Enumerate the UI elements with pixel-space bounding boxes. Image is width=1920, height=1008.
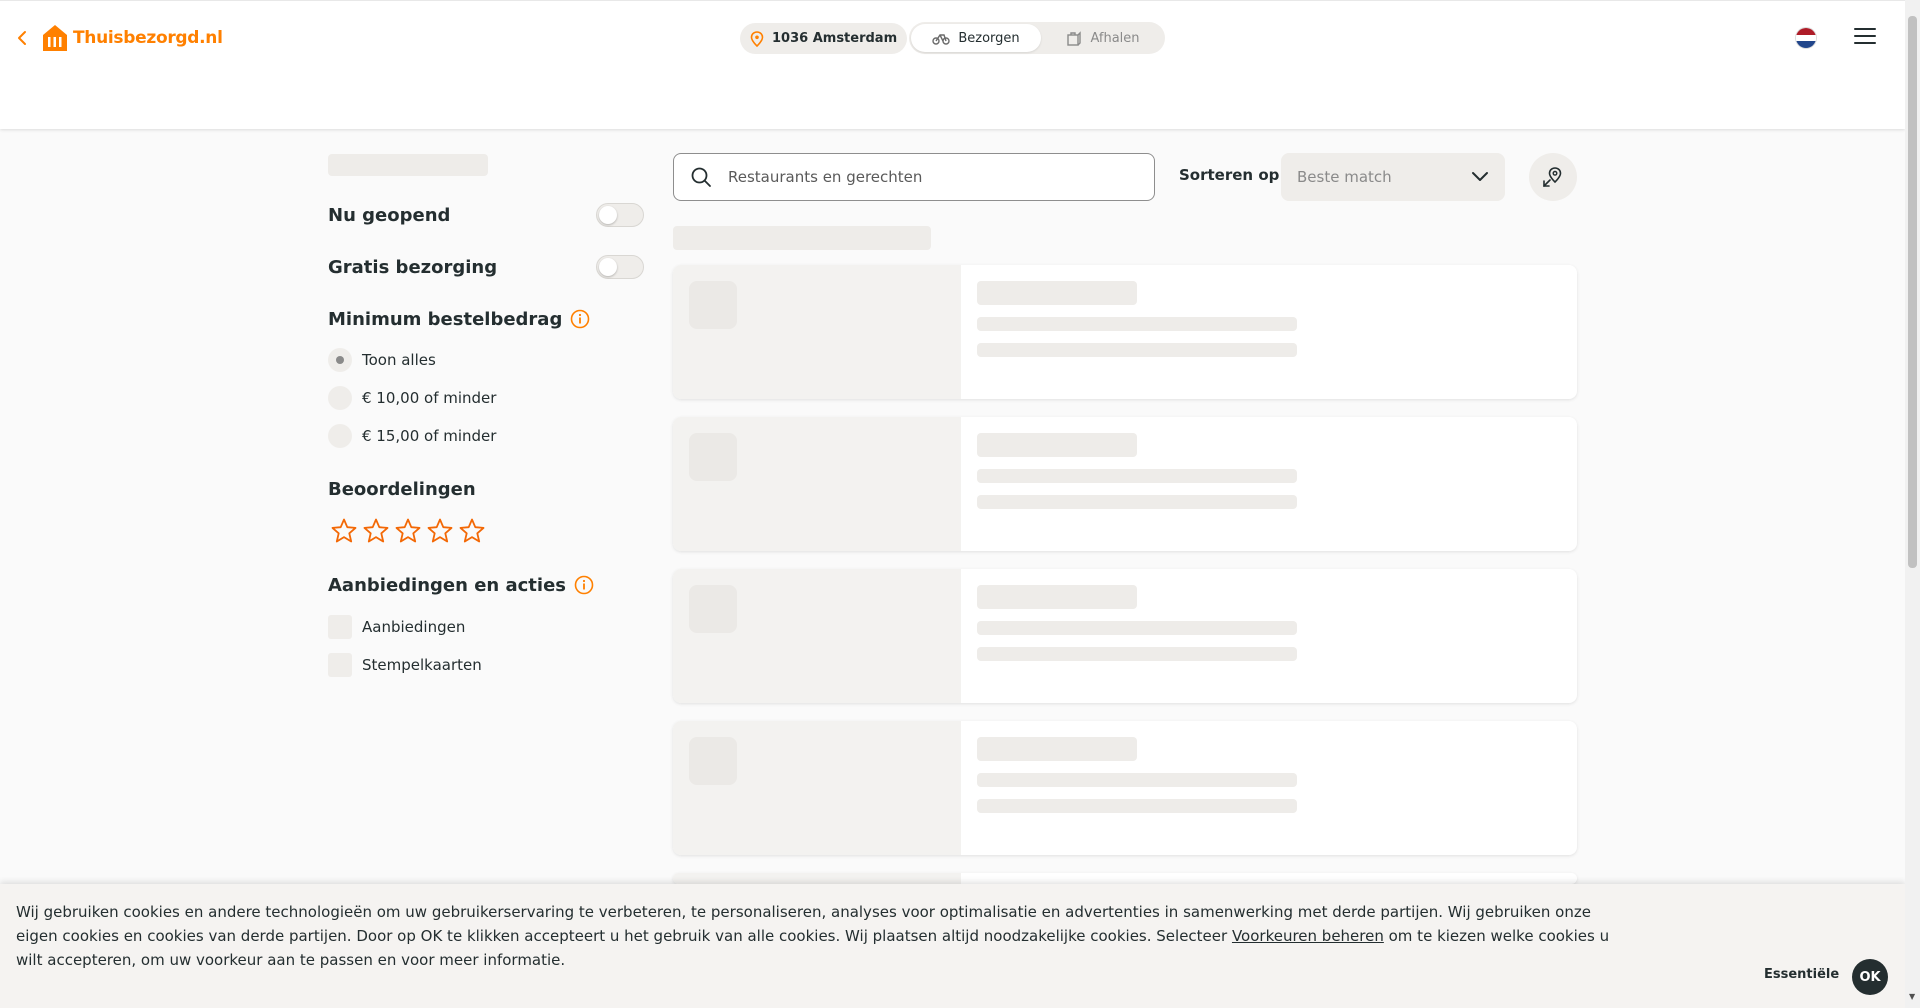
card-line-skeleton xyxy=(977,469,1297,483)
card-line-skeleton xyxy=(977,799,1297,813)
restaurant-card-skeleton[interactable] xyxy=(673,265,1577,399)
delivery-option-label: Bezorgen xyxy=(958,30,1020,46)
location-pill[interactable]: 1036 Amsterdam xyxy=(740,23,908,54)
radio-label: € 15,00 of minder xyxy=(362,427,497,445)
star-icon[interactable] xyxy=(330,517,358,545)
brand-logo[interactable]: Thuisbezorgd.nl xyxy=(41,21,223,55)
free-delivery-switch[interactable] xyxy=(596,255,644,279)
card-logo-skeleton xyxy=(689,585,737,633)
card-title-skeleton xyxy=(977,737,1137,761)
star-icon[interactable] xyxy=(426,517,454,545)
map-view-button[interactable] xyxy=(1529,153,1577,201)
pickup-option[interactable]: Afhalen xyxy=(1043,24,1163,52)
star-icon[interactable] xyxy=(458,517,486,545)
ratings-heading: Beoordelingen xyxy=(328,474,476,504)
search-field[interactable] xyxy=(673,153,1155,201)
sort-label: Sorteren op xyxy=(1179,166,1280,184)
sort-value: Beste match xyxy=(1297,168,1392,186)
accept-cookies-button[interactable]: OK xyxy=(1852,959,1888,995)
delivery-option[interactable]: Bezorgen xyxy=(911,24,1041,52)
open-now-filter: Nu geopend xyxy=(328,200,644,230)
card-logo-skeleton xyxy=(689,281,737,329)
sort-dropdown[interactable]: Beste match xyxy=(1281,153,1505,201)
card-line-skeleton xyxy=(977,495,1297,509)
radio-label: € 10,00 of minder xyxy=(362,389,497,407)
restaurant-card-skeleton[interactable] xyxy=(673,721,1577,855)
scroll-down-arrow-icon[interactable]: ▼ xyxy=(1909,992,1915,1001)
info-icon[interactable] xyxy=(570,309,590,329)
card-line-skeleton xyxy=(977,647,1297,661)
card-title-skeleton xyxy=(977,281,1137,305)
card-line-skeleton xyxy=(977,317,1297,331)
essential-cookies-button[interactable]: Essentiële xyxy=(1758,966,1845,983)
manage-preferences-link[interactable]: Voorkeuren beheren xyxy=(1232,927,1384,945)
scrollbar-thumb[interactable] xyxy=(1908,16,1917,568)
min-order-option[interactable]: € 10,00 of minder xyxy=(328,385,496,411)
offers-heading: Aanbiedingen en acties xyxy=(328,570,594,600)
location-label: 1036 Amsterdam xyxy=(772,31,898,46)
offers-title: Aanbiedingen en acties xyxy=(328,574,566,596)
pickup-option-label: Afhalen xyxy=(1090,30,1140,46)
radio-button[interactable] xyxy=(328,386,352,410)
radio-button[interactable] xyxy=(328,348,352,372)
location-pin-icon xyxy=(750,30,764,47)
checkbox-label: Stempelkaarten xyxy=(362,656,482,674)
card-line-skeleton xyxy=(977,773,1297,787)
card-title-skeleton xyxy=(977,585,1137,609)
min-order-heading: Minimum bestelbedrag xyxy=(328,304,590,334)
card-logo-skeleton xyxy=(689,433,737,481)
chevron-down-icon xyxy=(1472,172,1488,181)
search-icon xyxy=(691,167,711,187)
radio-label: Toon alles xyxy=(362,351,436,369)
checkbox[interactable] xyxy=(328,653,352,677)
loading-skeleton xyxy=(328,154,488,176)
min-order-option[interactable]: € 15,00 of minder xyxy=(328,423,496,449)
info-icon[interactable] xyxy=(574,575,594,595)
card-line-skeleton xyxy=(977,621,1297,635)
min-order-option[interactable]: Toon alles xyxy=(328,347,436,373)
cookie-banner: Wij gebruiken cookies en andere technolo… xyxy=(0,884,1905,1008)
checkbox[interactable] xyxy=(328,615,352,639)
card-line-skeleton xyxy=(977,343,1297,357)
hamburger-menu-icon[interactable] xyxy=(1854,28,1876,46)
offers-option[interactable]: Aanbiedingen xyxy=(328,614,465,640)
restaurant-card-skeleton[interactable] xyxy=(673,569,1577,703)
search-input[interactable] xyxy=(726,167,1130,187)
star-icon[interactable] xyxy=(394,517,422,545)
min-order-title: Minimum bestelbedrag xyxy=(328,308,563,330)
ratings-title: Beoordelingen xyxy=(328,478,476,500)
cookie-message: Wij gebruiken cookies en andere technolo… xyxy=(16,900,1636,972)
map-pin-icon xyxy=(1543,167,1562,187)
radio-button[interactable] xyxy=(328,424,352,448)
page-scrollbar[interactable]: ▼ xyxy=(1905,0,1920,1008)
pickup-bag-icon xyxy=(1067,31,1082,46)
house-logo-icon xyxy=(43,25,67,51)
open-now-label: Nu geopend xyxy=(328,204,451,226)
restaurant-card-skeleton[interactable] xyxy=(673,417,1577,551)
free-delivery-filter: Gratis bezorging xyxy=(328,252,644,282)
card-title-skeleton xyxy=(977,433,1137,457)
bike-icon xyxy=(932,34,951,45)
delivery-mode-toggle: Bezorgen Afhalen xyxy=(909,22,1165,54)
card-image-skeleton xyxy=(673,873,961,884)
open-now-switch[interactable] xyxy=(596,203,644,227)
free-delivery-label: Gratis bezorging xyxy=(328,256,498,278)
top-header: Thuisbezorgd.nl 1036 Amsterdam Bezorgen … xyxy=(0,0,1905,129)
dutch-flag-icon[interactable] xyxy=(1795,27,1817,49)
offers-option[interactable]: Stempelkaarten xyxy=(328,652,482,678)
checkbox-label: Aanbiedingen xyxy=(362,618,466,636)
card-logo-skeleton xyxy=(689,737,737,785)
back-icon[interactable] xyxy=(16,26,32,50)
restaurant-card-skeleton[interactable] xyxy=(673,873,1577,884)
results-count-skeleton xyxy=(673,226,931,250)
brand-wordmark: Thuisbezorgd.nl xyxy=(73,28,223,48)
rating-stars xyxy=(330,517,486,545)
star-icon[interactable] xyxy=(362,517,390,545)
